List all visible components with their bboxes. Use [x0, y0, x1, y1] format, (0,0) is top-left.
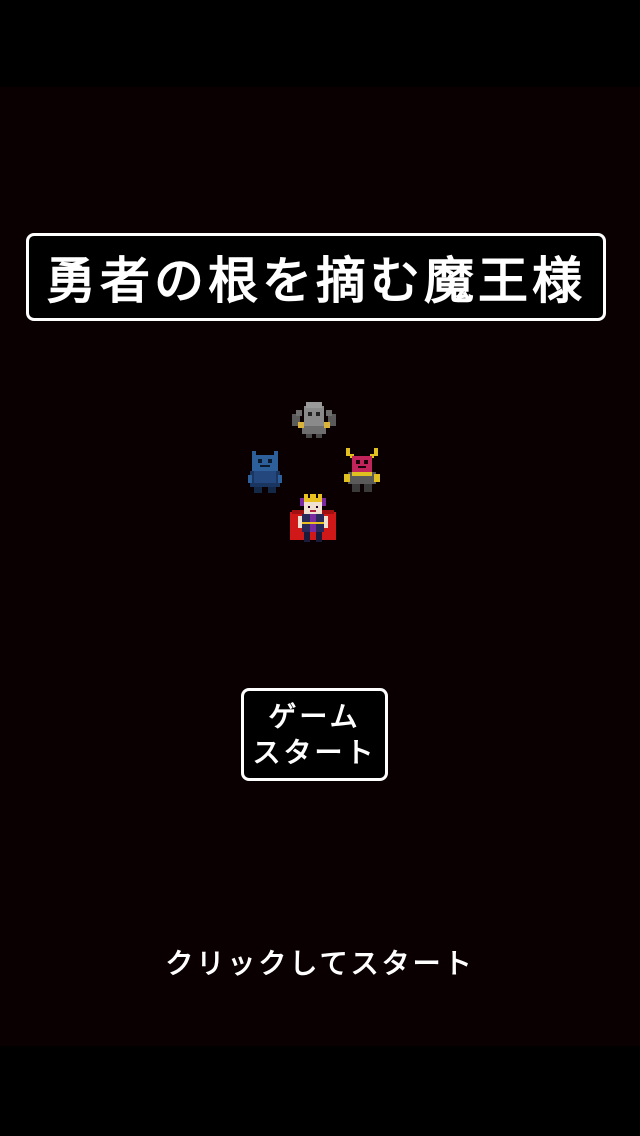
blue-beast-sprite [248, 451, 282, 493]
start-button-line2: スタート [252, 735, 377, 769]
horned-demon-sprite [344, 448, 380, 492]
game-canvas[interactable]: 勇者の根を摘む魔王様 ゲーム スタート クリックしてスタート [0, 87, 640, 1046]
start-button-line1: ゲーム [268, 699, 361, 733]
top-letterbox [0, 0, 640, 87]
demon-lord-sprite [290, 494, 336, 544]
game-title: 勇者の根を摘む魔王様 [46, 252, 586, 310]
bottom-letterbox [0, 1046, 640, 1136]
click-to-start-hint: クリックしてスタート [165, 947, 475, 980]
title-panel: 勇者の根を摘む魔王様 [26, 233, 606, 321]
game-start-button[interactable]: ゲーム スタート [241, 688, 388, 781]
gargoyle-sprite [292, 402, 336, 438]
